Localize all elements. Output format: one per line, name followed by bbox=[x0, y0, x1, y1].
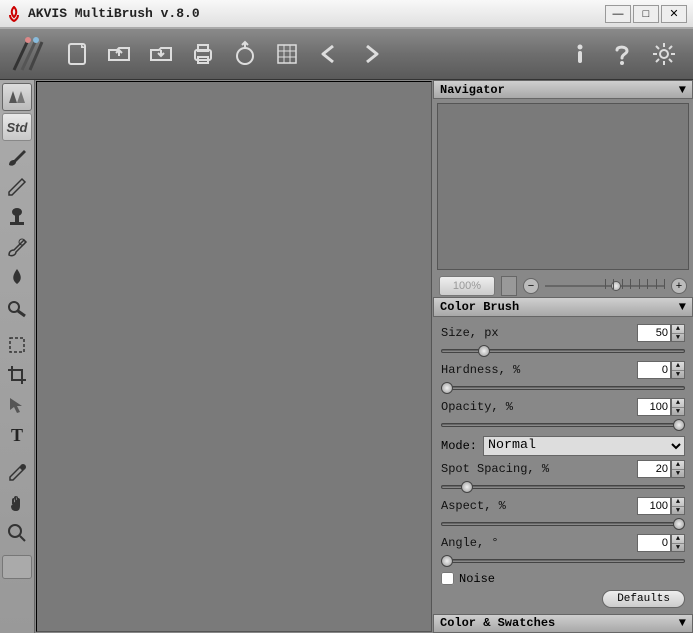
spot-slider[interactable] bbox=[441, 480, 685, 494]
share-button[interactable] bbox=[227, 36, 263, 72]
spot-spinner[interactable]: ▲▼ bbox=[671, 460, 685, 478]
zoom-slider[interactable] bbox=[545, 279, 665, 293]
navigator-header[interactable]: Navigator ▼ bbox=[433, 80, 693, 99]
maximize-button[interactable]: □ bbox=[633, 5, 659, 23]
mode-select[interactable]: Normal bbox=[483, 436, 685, 456]
aspect-slider[interactable] bbox=[441, 517, 685, 531]
stamp-tool[interactable] bbox=[2, 203, 32, 231]
navigator-title: Navigator bbox=[440, 83, 505, 97]
hand-tool[interactable] bbox=[2, 489, 32, 517]
angle-input[interactable] bbox=[637, 534, 671, 552]
mode-label: Mode: bbox=[441, 439, 477, 453]
titlebar: AKVIS MultiBrush v.8.0 — □ ✕ bbox=[0, 0, 693, 28]
angle-label: Angle, ° bbox=[441, 536, 499, 550]
color-brush-params: Size, px ▲▼ Hardness, % ▲▼ Opacity, % ▲▼… bbox=[433, 317, 693, 614]
history-brush-tool[interactable] bbox=[2, 233, 32, 261]
size-input[interactable] bbox=[637, 324, 671, 342]
help-button[interactable] bbox=[604, 36, 640, 72]
size-label: Size, px bbox=[441, 326, 499, 340]
noise-checkbox-row[interactable]: Noise bbox=[441, 572, 685, 586]
zoom-out-button[interactable]: − bbox=[523, 278, 539, 294]
size-spinner[interactable]: ▲▼ bbox=[671, 324, 685, 342]
save-button[interactable] bbox=[143, 36, 179, 72]
blur-tool[interactable] bbox=[2, 263, 32, 291]
zoom-dropdown[interactable] bbox=[501, 276, 517, 296]
tab-all-tools[interactable] bbox=[2, 83, 32, 111]
color-well[interactable] bbox=[2, 555, 32, 579]
defaults-button[interactable]: Defaults bbox=[602, 590, 685, 608]
aspect-spinner[interactable]: ▲▼ bbox=[671, 497, 685, 515]
spot-input[interactable] bbox=[637, 460, 671, 478]
opacity-spinner[interactable]: ▲▼ bbox=[671, 398, 685, 416]
tab-standard[interactable]: Std bbox=[2, 113, 32, 141]
swatches-title: Color & Swatches bbox=[440, 616, 555, 630]
text-tool[interactable]: T bbox=[2, 421, 32, 449]
aspect-input[interactable] bbox=[637, 497, 671, 515]
hardness-slider[interactable] bbox=[441, 381, 685, 395]
main-toolbar bbox=[0, 28, 693, 80]
collapse-icon[interactable]: ▼ bbox=[679, 300, 686, 314]
selection-tool[interactable] bbox=[2, 331, 32, 359]
hardness-spinner[interactable]: ▲▼ bbox=[671, 361, 685, 379]
swatches-header[interactable]: Color & Swatches ▼ bbox=[433, 614, 693, 633]
left-toolstrip: Std T bbox=[0, 80, 35, 633]
zoom-in-button[interactable]: + bbox=[671, 278, 687, 294]
aspect-label: Aspect, % bbox=[441, 499, 506, 513]
eyedropper-tool[interactable] bbox=[2, 459, 32, 487]
color-brush-tool[interactable] bbox=[2, 143, 32, 171]
zoom-value[interactable]: 100% bbox=[439, 276, 495, 296]
window-title: AKVIS MultiBrush v.8.0 bbox=[28, 6, 603, 21]
angle-spinner[interactable]: ▲▼ bbox=[671, 534, 685, 552]
grid-button[interactable] bbox=[269, 36, 305, 72]
color-brush-title: Color Brush bbox=[440, 300, 519, 314]
color-brush-header[interactable]: Color Brush ▼ bbox=[433, 297, 693, 316]
main-area: Std T Navigator ▼ 100% − bbox=[0, 80, 693, 633]
move-tool[interactable] bbox=[2, 391, 32, 419]
crop-tool[interactable] bbox=[2, 361, 32, 389]
opacity-label: Opacity, % bbox=[441, 400, 513, 414]
open-button[interactable] bbox=[101, 36, 137, 72]
info-button[interactable] bbox=[562, 36, 598, 72]
zoom-tool[interactable] bbox=[2, 519, 32, 547]
hardness-label: Hardness, % bbox=[441, 363, 520, 377]
right-panel: Navigator ▼ 100% − + Color Brush ▼ Size,… bbox=[433, 80, 693, 633]
spot-label: Spot Spacing, % bbox=[441, 462, 549, 476]
collapse-icon[interactable]: ▼ bbox=[679, 616, 686, 630]
prev-button[interactable] bbox=[311, 36, 347, 72]
pencil-tool[interactable] bbox=[2, 173, 32, 201]
new-button[interactable] bbox=[59, 36, 95, 72]
dodge-tool[interactable] bbox=[2, 293, 32, 321]
angle-slider[interactable] bbox=[441, 554, 685, 568]
next-button[interactable] bbox=[353, 36, 389, 72]
collapse-icon[interactable]: ▼ bbox=[679, 83, 686, 97]
app-logo-icon bbox=[6, 6, 22, 22]
settings-button[interactable] bbox=[646, 36, 682, 72]
close-button[interactable]: ✕ bbox=[661, 5, 687, 23]
app-brushes-icon bbox=[8, 34, 48, 74]
size-slider[interactable] bbox=[441, 344, 685, 358]
canvas-area[interactable] bbox=[36, 81, 432, 632]
navigator-controls: 100% − + bbox=[433, 274, 693, 297]
print-button[interactable] bbox=[185, 36, 221, 72]
minimize-button[interactable]: — bbox=[605, 5, 631, 23]
opacity-input[interactable] bbox=[637, 398, 671, 416]
noise-checkbox[interactable] bbox=[441, 572, 454, 585]
noise-label: Noise bbox=[459, 572, 495, 586]
opacity-slider[interactable] bbox=[441, 418, 685, 432]
navigator-preview[interactable] bbox=[437, 103, 689, 270]
hardness-input[interactable] bbox=[637, 361, 671, 379]
